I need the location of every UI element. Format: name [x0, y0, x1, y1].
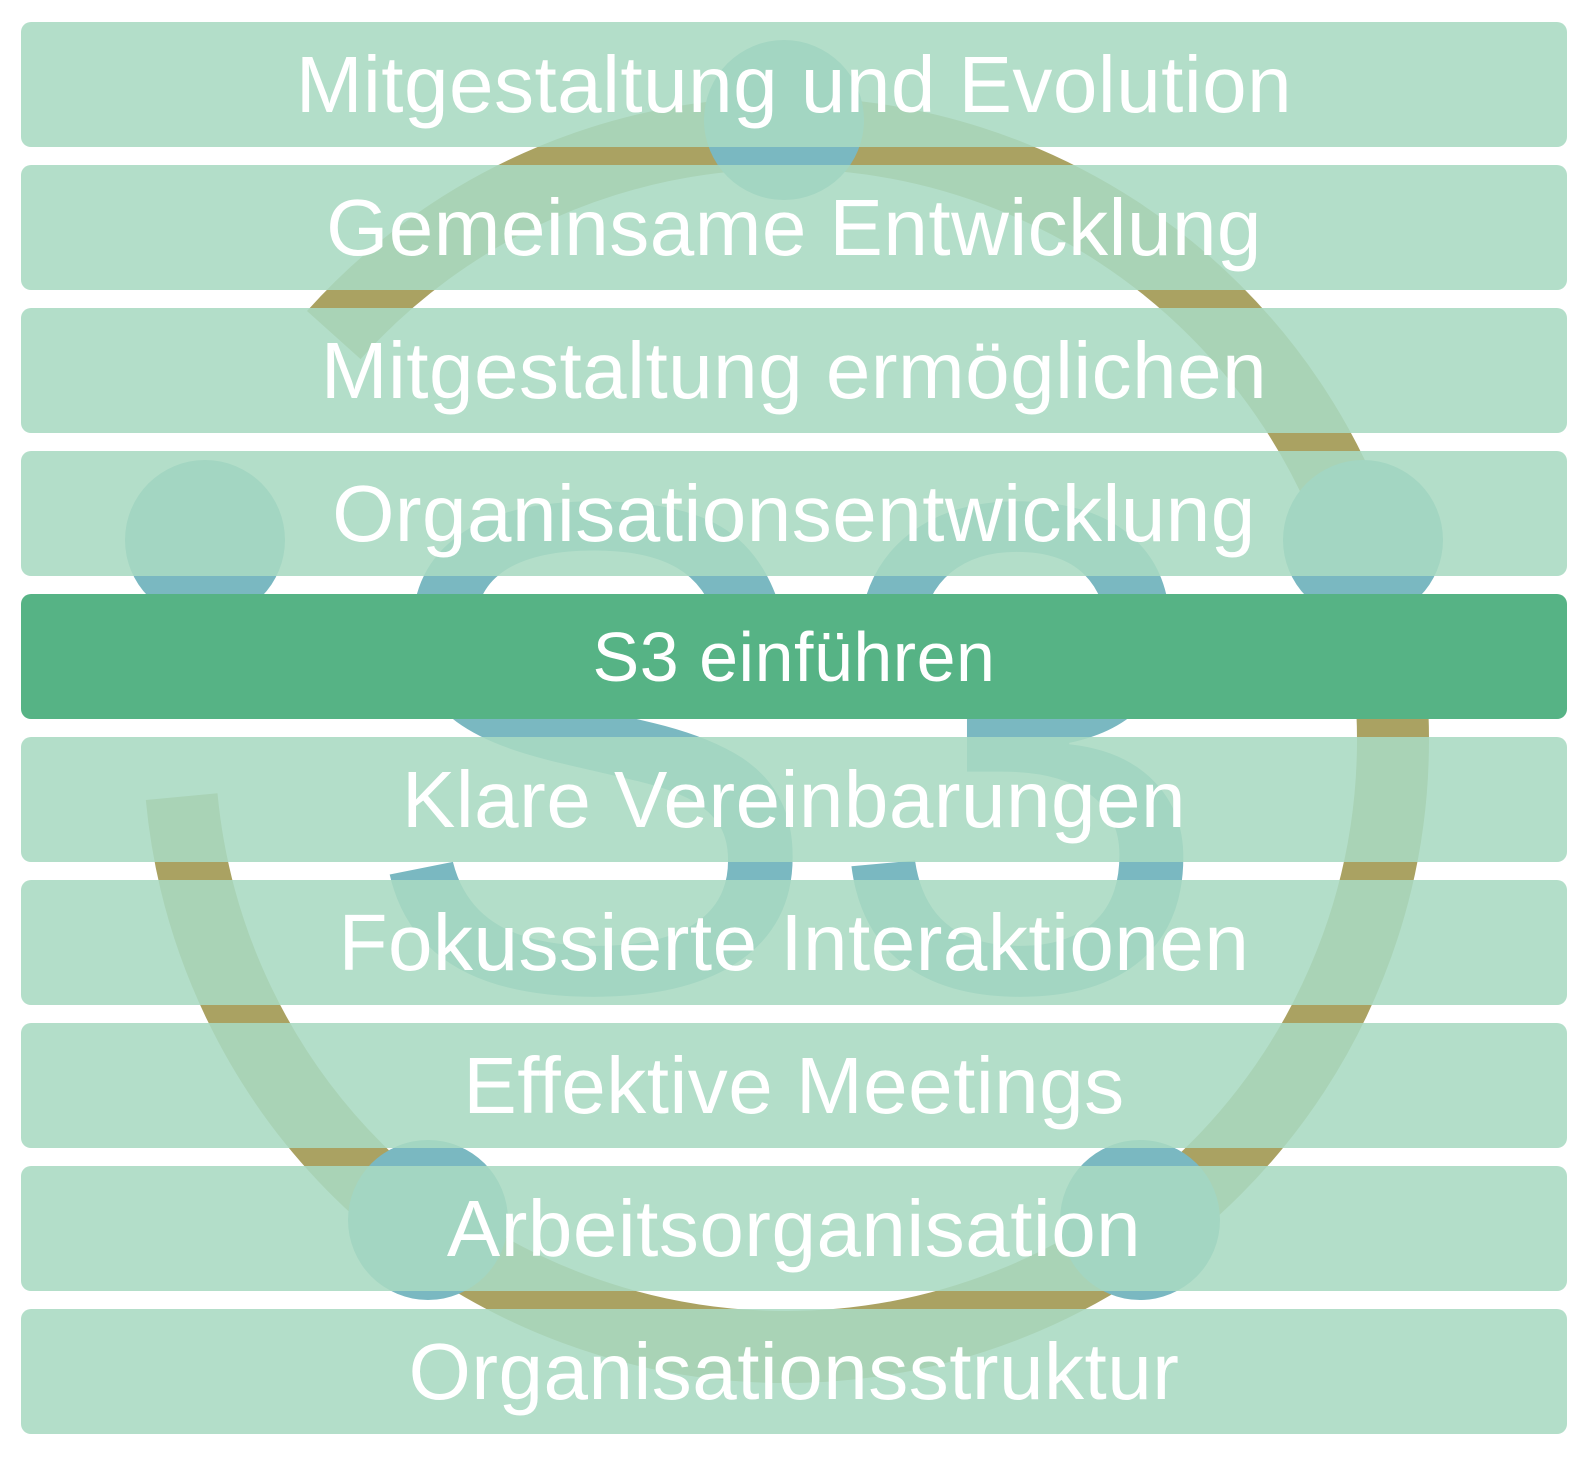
menu-item-klare-vereinbarungen[interactable]: Klare Vereinbarungen [21, 737, 1567, 862]
menu-item-fokussierte-interaktionen[interactable]: Fokussierte Interaktionen [21, 880, 1567, 1005]
menu-item-label: Organisationsentwicklung [332, 468, 1256, 558]
menu-item-gemeinsame-entwicklung[interactable]: Gemeinsame Entwicklung [21, 165, 1567, 290]
menu-item-label: Klare Vereinbarungen [402, 754, 1186, 844]
menu-item-mitgestaltung-ermoeglichen[interactable]: Mitgestaltung ermöglichen [21, 308, 1567, 433]
menu-item-organisationsstruktur[interactable]: Organisationsstruktur [21, 1309, 1567, 1434]
menu-item-label: Fokussierte Interaktionen [338, 897, 1250, 987]
menu-item-mitgestaltung-und-evolution[interactable]: Mitgestaltung und Evolution [21, 22, 1567, 147]
menu-item-arbeitsorganisation[interactable]: Arbeitsorganisation [21, 1166, 1567, 1291]
menu-item-label: Effektive Meetings [463, 1040, 1125, 1130]
menu-item-label: Gemeinsame Entwicklung [326, 182, 1262, 272]
menu-item-label: Arbeitsorganisation [446, 1183, 1142, 1273]
menu-list: Mitgestaltung und Evolution Gemeinsame E… [21, 22, 1567, 1434]
menu-item-s3-einfuehren[interactable]: S3 einführen [21, 594, 1567, 719]
menu-item-label: Mitgestaltung und Evolution [295, 39, 1293, 129]
menu-item-label: Mitgestaltung ermöglichen [320, 325, 1268, 415]
menu-item-label: Organisationsstruktur [408, 1326, 1180, 1416]
menu-item-organisationsentwicklung[interactable]: Organisationsentwicklung [21, 451, 1567, 576]
menu-item-label: S3 einführen [592, 617, 996, 696]
menu-item-effektive-meetings[interactable]: Effektive Meetings [21, 1023, 1567, 1148]
